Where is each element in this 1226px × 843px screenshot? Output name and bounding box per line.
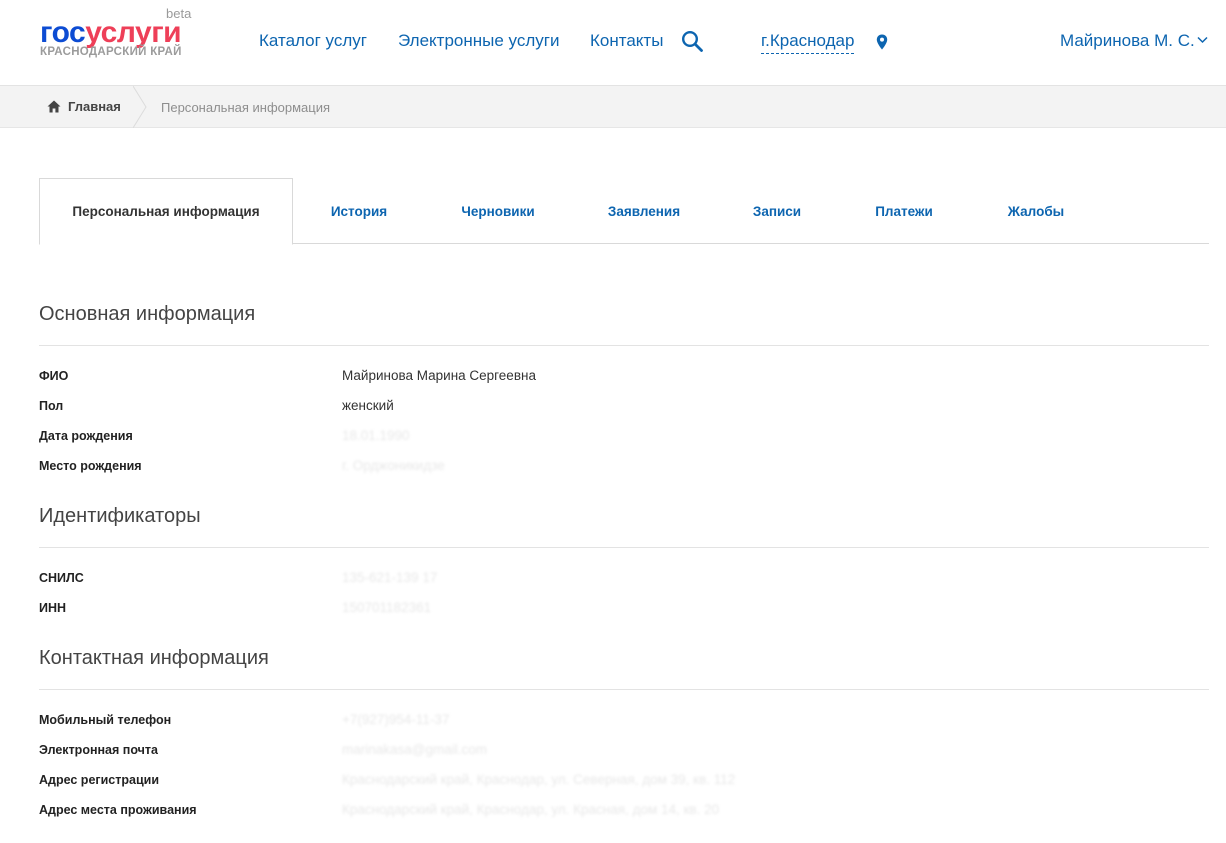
label-residence-address: Адрес места проживания (39, 803, 197, 817)
tab-drafts[interactable]: Черновики (443, 178, 553, 244)
breadcrumb-separator (133, 86, 147, 128)
nav-catalog[interactable]: Каталог услуг (259, 31, 367, 51)
site-header: госуслуги beta КРАСНОДАРСКИЙ КРАЙ Катало… (0, 0, 1226, 86)
breadcrumb-current: Персональная информация (161, 100, 331, 115)
logo-region: КРАСНОДАРСКИЙ КРАЙ (40, 46, 182, 58)
value-snils: 135-621-139 17 (342, 570, 438, 585)
tab-appointments[interactable]: Записи (729, 178, 825, 244)
label-birth-date: Дата рождения (39, 429, 133, 443)
label-snils: СНИЛС (39, 571, 84, 585)
label-birth-place: Место рождения (39, 459, 142, 473)
label-email: Электронная почта (39, 743, 158, 757)
logo-beta-badge: beta (166, 6, 192, 21)
tab-personal-info[interactable]: Персональная информация (39, 178, 293, 245)
section-title-identifiers: Идентификаторы (39, 505, 201, 527)
nav-electronic-services[interactable]: Электронные услуги (398, 31, 559, 51)
profile-tabs: Персональная информация История Черновик… (39, 178, 1209, 245)
map-pin-icon[interactable] (876, 34, 888, 50)
breadcrumb: Главная Персональная информация (0, 86, 1226, 128)
nav-contacts[interactable]: Контакты (590, 31, 663, 51)
logo-gos: гос (40, 16, 86, 49)
breadcrumb-home[interactable]: Главная (47, 99, 121, 114)
tab-history[interactable]: История (309, 178, 409, 244)
section-title-basic: Основная информация (39, 303, 256, 325)
label-mobile-phone: Мобильный телефон (39, 713, 172, 727)
section-title-contacts: Контактная информация (39, 647, 269, 669)
gosuslugi-logo[interactable]: госуслуги beta КРАСНОДАРСКИЙ КРАЙ (40, 6, 200, 68)
search-icon[interactable] (681, 30, 703, 52)
section-divider (39, 689, 1209, 690)
value-email: marinakasa@gmail.com (342, 742, 487, 757)
tab-complaints[interactable]: Жалобы (989, 178, 1083, 244)
value-residence-address: Краснодарский край, Краснодар, ул. Красн… (342, 802, 720, 817)
tab-applications[interactable]: Заявления (589, 178, 699, 244)
value-birth-date: 18.01.1990 (342, 428, 410, 443)
value-full-name: Майринова Марина Сергеевна (342, 368, 536, 383)
breadcrumb-home-label: Главная (68, 99, 121, 114)
user-menu[interactable]: Майринова М. С. (1060, 31, 1195, 51)
value-gender: женский (342, 398, 394, 413)
tab-payments[interactable]: Платежи (854, 178, 954, 244)
label-gender: Пол (39, 399, 64, 413)
label-full-name: ФИО (39, 369, 69, 383)
label-inn: ИНН (39, 601, 67, 615)
chevron-down-icon[interactable] (1197, 36, 1208, 44)
value-registration-address: Краснодарский край, Краснодар, ул. Север… (342, 772, 736, 787)
value-birth-place: г. Орджоникидзе (342, 458, 445, 473)
logo-wordmark: госуслуги (40, 16, 182, 50)
label-registration-address: Адрес регистрации (39, 773, 160, 787)
section-divider (39, 547, 1209, 548)
value-mobile-phone: +7(927)954-11-37 (342, 712, 450, 727)
section-divider (39, 345, 1209, 346)
home-icon (47, 100, 61, 113)
value-inn: 150701182361 (342, 600, 432, 615)
city-selector[interactable]: г.Краснодар (761, 31, 855, 54)
